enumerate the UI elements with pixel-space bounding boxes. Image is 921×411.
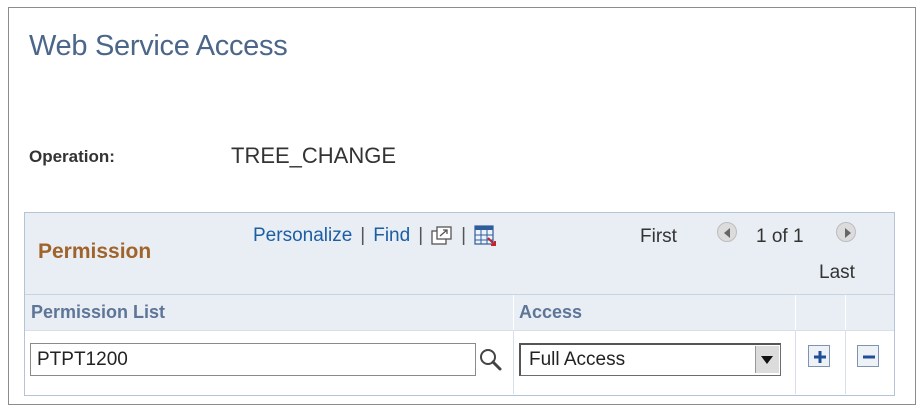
column-divider bbox=[513, 331, 514, 394]
last-link[interactable]: Last bbox=[819, 262, 855, 284]
find-link[interactable]: Find bbox=[373, 225, 410, 247]
permission-list-input[interactable] bbox=[30, 343, 476, 376]
grid-toolbar: Personalize | Find | | bbox=[253, 225, 497, 247]
operation-value: TREE_CHANGE bbox=[231, 143, 397, 168]
chevron-down-icon[interactable] bbox=[755, 346, 779, 373]
delete-row-icon bbox=[863, 355, 875, 359]
column-divider bbox=[795, 331, 796, 394]
next-arrow-icon[interactable] bbox=[836, 222, 856, 242]
toolbar-separator: | bbox=[360, 225, 366, 246]
column-divider bbox=[845, 331, 846, 394]
operation-label: Operation: bbox=[29, 147, 115, 166]
previous-arrow-icon[interactable] bbox=[717, 222, 737, 242]
page-title: Web Service Access bbox=[29, 30, 288, 62]
column-header-access[interactable]: Access bbox=[519, 302, 582, 323]
delete-row-button[interactable] bbox=[857, 345, 879, 367]
new-window-icon[interactable] bbox=[431, 226, 453, 246]
lookup-search-icon[interactable] bbox=[477, 345, 503, 373]
row-count: 1 of 1 bbox=[756, 226, 804, 247]
column-header-permission-list[interactable]: Permission List bbox=[31, 302, 165, 323]
download-spreadsheet-icon[interactable] bbox=[474, 225, 497, 247]
first-link[interactable]: First bbox=[640, 226, 677, 248]
toolbar-separator: | bbox=[461, 225, 467, 246]
access-select[interactable]: Full Access bbox=[519, 343, 781, 376]
personalize-link[interactable]: Personalize bbox=[253, 225, 352, 247]
access-select-value: Full Access bbox=[529, 349, 626, 370]
add-row-button[interactable] bbox=[808, 345, 830, 367]
add-row-icon bbox=[814, 351, 826, 363]
grid-title: Permission bbox=[38, 240, 152, 263]
toolbar-separator: | bbox=[418, 225, 424, 246]
